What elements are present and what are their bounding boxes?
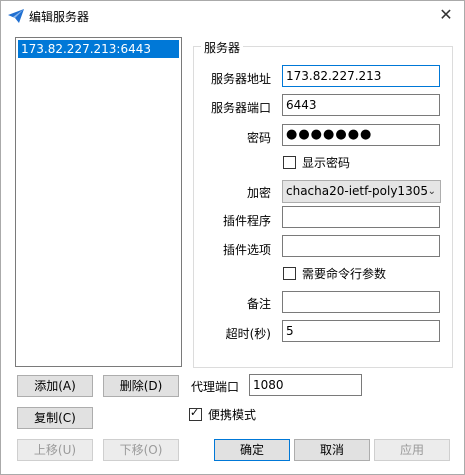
portable-mode-box[interactable] — [189, 406, 202, 421]
remarks-input[interactable] — [282, 291, 440, 313]
timeout-label: 超时(秒) — [225, 327, 271, 341]
need-cmd-args-label: 需要命令行参数 — [302, 267, 387, 281]
edit-server-dialog: 编辑服务器 ✕ 173.82.227.213:6443 服务器 服务器地址 17… — [0, 0, 465, 475]
copy-button[interactable]: 复制(C) — [17, 407, 93, 429]
remarks-label: 备注 — [246, 297, 271, 311]
portable-mode-label: 便携模式 — [208, 408, 257, 422]
portable-mode-checkbox[interactable]: 便携模式 — [189, 406, 256, 423]
show-password-checkbox[interactable]: 显示密码 — [283, 154, 350, 171]
server-list[interactable]: 173.82.227.213:6443 — [15, 37, 182, 367]
window-title: 编辑服务器 — [29, 10, 90, 24]
plugin-options-input[interactable] — [282, 235, 440, 257]
need-cmd-args-box[interactable] — [283, 267, 296, 280]
server-address-label: 服务器地址 — [210, 72, 271, 86]
proxy-port-input[interactable]: 1080 — [249, 374, 362, 396]
plugin-input[interactable] — [282, 206, 440, 228]
server-group-title: 服务器 — [201, 39, 244, 56]
server-address-input[interactable]: 173.82.227.213 — [282, 65, 440, 87]
move-up-button[interactable]: 上移(U) — [17, 439, 93, 461]
show-password-box[interactable] — [283, 156, 296, 169]
chevron-down-icon: ⌄ — [427, 186, 436, 197]
apply-button[interactable]: 应用 — [374, 439, 450, 461]
server-port-input[interactable]: 6443 — [282, 94, 440, 116]
need-cmd-args-checkbox[interactable]: 需要命令行参数 — [283, 265, 386, 282]
password-input[interactable]: ●●●●●●● — [282, 124, 440, 146]
ok-button[interactable]: 确定 — [214, 439, 290, 461]
close-icon[interactable]: ✕ — [434, 4, 458, 26]
move-down-button[interactable]: 下移(O) — [103, 439, 179, 461]
encryption-value: chacha20-ietf-poly1305 — [286, 184, 428, 198]
paper-plane-icon — [8, 9, 24, 23]
cancel-button[interactable]: 取消 — [294, 439, 370, 461]
plugin-label: 插件程序 — [222, 214, 271, 228]
add-button[interactable]: 添加(A) — [17, 375, 93, 397]
password-label: 密码 — [246, 131, 271, 145]
server-port-label: 服务器端口 — [210, 101, 271, 115]
plugin-options-label: 插件选项 — [222, 243, 271, 257]
proxy-port-label: 代理端口 — [191, 380, 240, 394]
timeout-input[interactable]: 5 — [282, 320, 440, 342]
title-bar: 编辑服务器 ✕ — [1, 1, 464, 31]
show-password-label: 显示密码 — [302, 156, 351, 170]
server-list-item[interactable]: 173.82.227.213:6443 — [18, 40, 179, 58]
delete-button[interactable]: 删除(D) — [103, 375, 179, 397]
encryption-select[interactable]: chacha20-ietf-poly1305 ⌄ — [282, 180, 441, 203]
encryption-label: 加密 — [246, 186, 271, 200]
